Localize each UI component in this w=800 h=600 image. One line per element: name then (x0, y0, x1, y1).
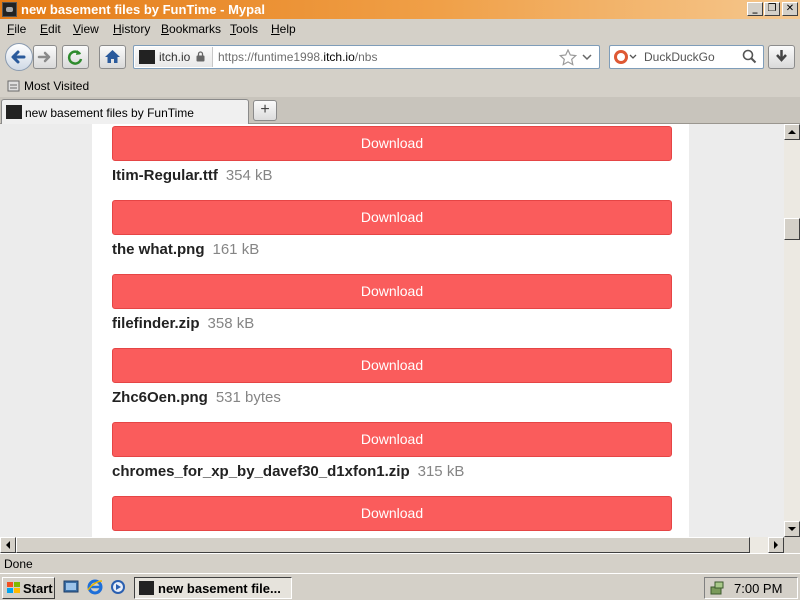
downloads-button[interactable] (768, 45, 795, 69)
internet-explorer-icon[interactable] (86, 578, 104, 596)
up-arrow-icon (788, 130, 796, 134)
horizontal-scroll-thumb[interactable] (16, 537, 750, 553)
back-arrow-icon (11, 50, 26, 64)
search-bar[interactable]: DuckDuckGo (609, 45, 764, 69)
download-button[interactable]: Download (112, 422, 672, 457)
file-name: filefinder.zip (112, 315, 200, 332)
tab-favicon (6, 105, 22, 119)
download-button[interactable]: Download (112, 496, 672, 531)
file-size: 161 kB (212, 241, 260, 258)
most-visited-label: Most Visited (24, 79, 90, 93)
bookmarks-toolbar: Most Visited (0, 75, 800, 97)
site-identity[interactable]: itch.io (135, 47, 213, 67)
url-text[interactable]: https://funtime1998.itch.io/nbs (218, 50, 377, 64)
site-favicon (139, 50, 155, 64)
file-row: filefinder.zip 358 kB (112, 315, 254, 332)
file-size: 531 bytes (215, 389, 281, 406)
status-bar: Done (0, 553, 800, 573)
start-label: Start (23, 581, 53, 596)
forward-arrow-icon (37, 51, 51, 63)
network-tray-icon[interactable] (709, 580, 725, 596)
clock[interactable]: 7:00 PM (734, 581, 782, 596)
file-size: 354 kB (225, 167, 273, 184)
menu-bookmarks[interactable]: Bookmarks (161, 22, 221, 36)
start-button[interactable]: Start (2, 577, 55, 599)
most-visited-bookmark[interactable]: Most Visited (7, 79, 89, 93)
home-icon (105, 50, 120, 63)
file-size: 315 kB (417, 463, 465, 480)
bookmark-star-icon[interactable] (559, 49, 577, 66)
tab-label: new basement files by FunTime (25, 106, 194, 120)
system-tray: 7:00 PM (704, 577, 798, 599)
file-row: Itim-Regular.ttf 354 kB (112, 167, 273, 184)
forward-button[interactable] (33, 45, 57, 69)
download-button[interactable]: Download (112, 126, 672, 161)
taskbar-item-mypal[interactable]: new basement file... (134, 577, 292, 599)
show-desktop-icon[interactable] (62, 578, 80, 596)
scrollbar-corner (784, 537, 800, 553)
reload-button[interactable] (62, 45, 89, 69)
right-arrow-icon (774, 541, 778, 549)
search-input[interactable]: DuckDuckGo (644, 50, 715, 64)
windows-logo-icon (7, 582, 20, 593)
left-arrow-icon (6, 541, 10, 549)
menu-bar: File Edit View History Bookmarks Tools H… (0, 19, 800, 39)
scroll-left-button[interactable] (0, 537, 16, 553)
file-row: Zhc6Oen.png 531 bytes (112, 389, 281, 406)
lock-icon (196, 51, 205, 62)
close-button[interactable]: ✕ (782, 2, 798, 16)
url-dropdown-icon[interactable] (582, 54, 592, 61)
file-row: the what.png 161 kB (112, 241, 259, 258)
bookmark-folder-icon (7, 80, 20, 92)
download-button[interactable]: Download (112, 200, 672, 235)
scroll-thumb[interactable] (784, 218, 800, 240)
taskbar-app-icon (139, 581, 154, 595)
back-button[interactable] (5, 43, 33, 71)
new-tab-button[interactable]: + (253, 100, 277, 121)
restore-button[interactable]: ❐ (764, 2, 780, 16)
minimize-button[interactable]: _ (747, 2, 763, 16)
menu-view[interactable]: View (73, 22, 99, 36)
window-title: new basement files by FunTime - Mypal (21, 2, 265, 17)
url-bar[interactable]: itch.io https://funtime1998.itch.io/nbs (133, 45, 600, 69)
down-arrow-icon (788, 527, 796, 531)
search-icon[interactable] (742, 49, 757, 64)
site-identity-label: itch.io (159, 50, 191, 64)
scroll-right-button[interactable] (768, 537, 784, 553)
tab-strip: new basement files by FunTime + (0, 97, 800, 124)
page-viewport: Download Itim-Regular.ttf 354 kB Download… (0, 124, 784, 537)
duckduckgo-engine-icon[interactable] (612, 48, 638, 66)
tab-new-basement-files[interactable]: new basement files by FunTime (1, 99, 249, 124)
menu-history[interactable]: History (113, 22, 150, 36)
scroll-up-button[interactable] (784, 124, 800, 140)
media-player-icon[interactable] (109, 578, 127, 596)
title-bar[interactable]: new basement files by FunTime - Mypal _ … (0, 0, 800, 19)
navigation-toolbar: itch.io https://funtime1998.itch.io/nbs … (0, 39, 800, 75)
home-button[interactable] (99, 45, 126, 69)
file-name: chromes_for_xp_by_davef30_d1xfon1.zip (112, 463, 410, 480)
menu-tools[interactable]: Tools (230, 22, 258, 36)
download-arrow-icon (776, 50, 787, 62)
status-text: Done (4, 557, 33, 571)
file-name: Zhc6Oen.png (112, 389, 208, 406)
app-icon (2, 2, 17, 17)
download-button[interactable]: Download (112, 348, 672, 383)
file-name: the what.png (112, 241, 205, 258)
file-name: Itim-Regular.ttf (112, 167, 218, 184)
menu-edit[interactable]: Edit (40, 22, 61, 36)
menu-help[interactable]: Help (271, 22, 296, 36)
file-row: chromes_for_xp_by_davef30_d1xfon1.zip 315… (112, 463, 464, 480)
vertical-scrollbar[interactable] (784, 124, 800, 537)
reload-icon (67, 50, 83, 65)
taskbar: Start new basement file... 7:00 PM (0, 573, 800, 600)
horizontal-scrollbar[interactable] (0, 537, 784, 553)
scroll-down-button[interactable] (784, 521, 800, 537)
files-panel: Download Itim-Regular.ttf 354 kB Download… (92, 124, 689, 537)
taskbar-item-label: new basement file... (158, 581, 281, 596)
download-button[interactable]: Download (112, 274, 672, 309)
file-size: 358 kB (207, 315, 255, 332)
menu-file[interactable]: File (7, 22, 26, 36)
